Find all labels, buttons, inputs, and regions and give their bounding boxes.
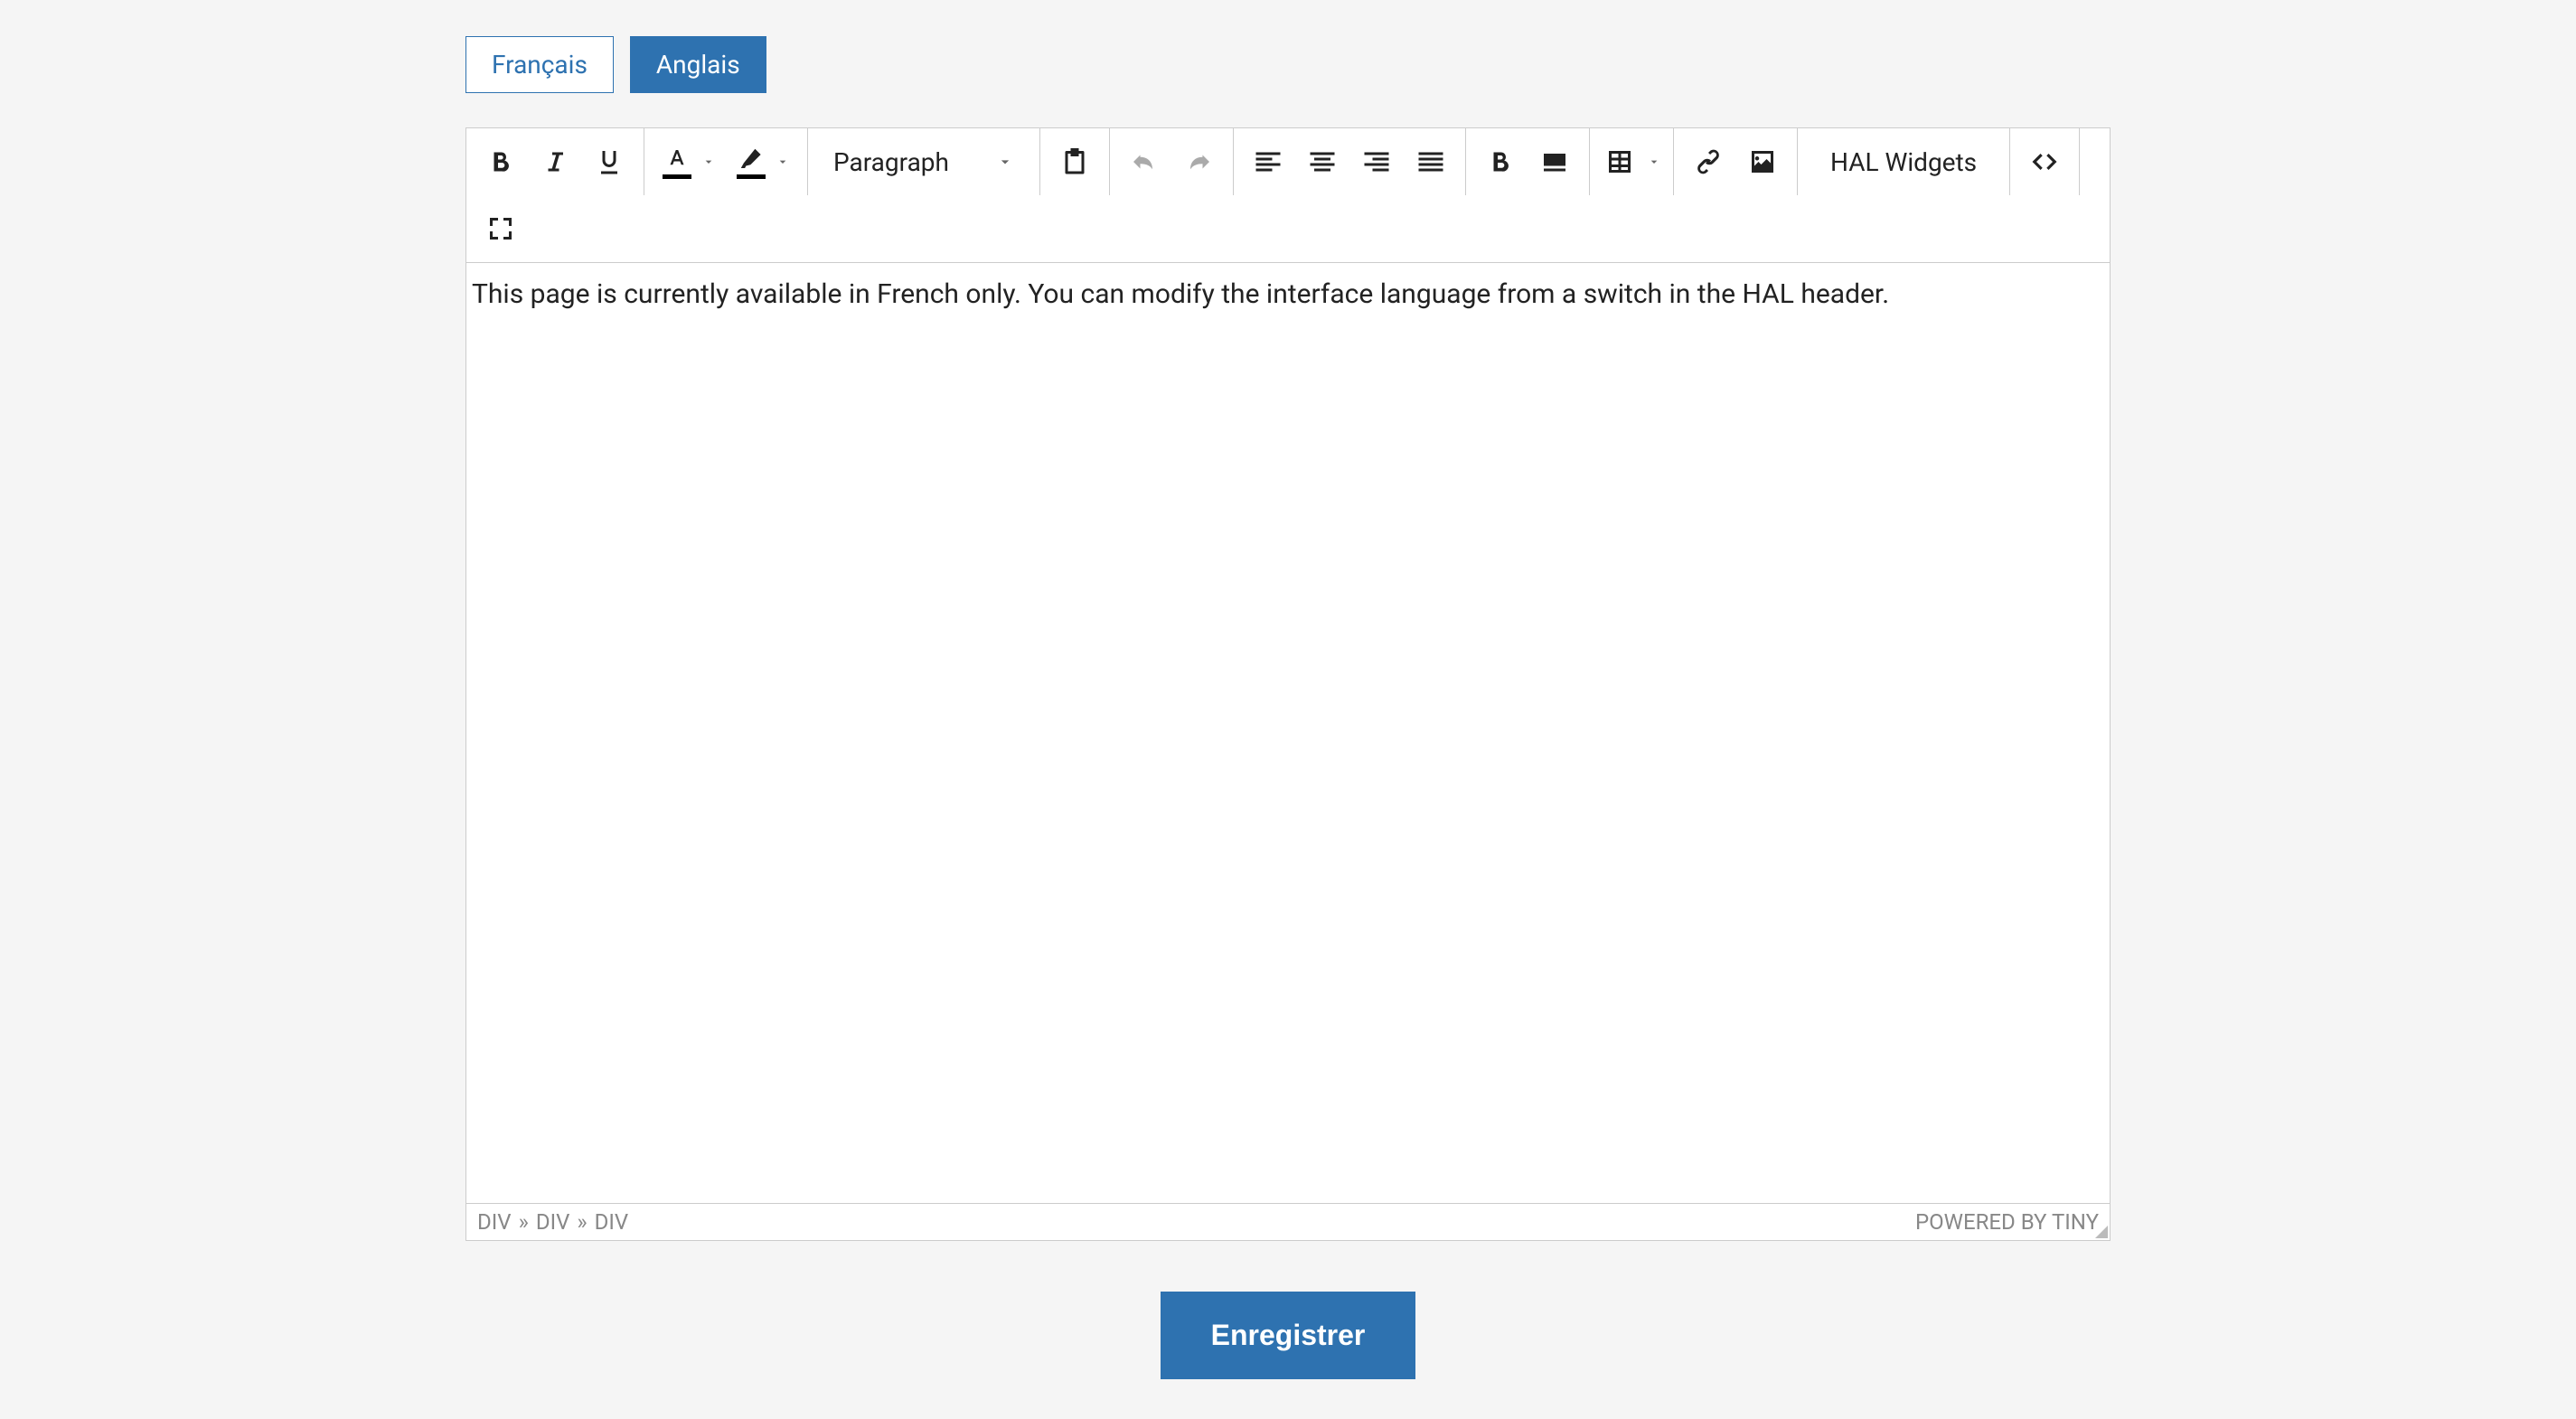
tab-english[interactable]: Anglais (630, 36, 766, 93)
format-select[interactable]: Paragraph (815, 135, 1032, 189)
link-button[interactable] (1681, 135, 1735, 189)
tab-french[interactable]: Français (465, 36, 614, 93)
italic-button[interactable] (528, 135, 582, 189)
underline-icon (593, 146, 625, 178)
link-icon (1692, 146, 1725, 178)
path-sep: » (519, 1209, 529, 1235)
align-right-icon (1360, 146, 1393, 178)
language-tabs: Français Anglais (465, 36, 2111, 93)
highlight-icon (738, 146, 765, 173)
chevron-down-icon (776, 155, 790, 169)
bold-button-2[interactable] (1473, 135, 1528, 189)
path-item[interactable]: DIV (536, 1209, 570, 1235)
path-sep: » (577, 1209, 587, 1235)
table-dropdown[interactable] (1642, 155, 1666, 169)
image-icon (1746, 146, 1779, 178)
editor-toolbar: Paragraph (466, 128, 2110, 263)
align-justify-button[interactable] (1404, 135, 1458, 189)
block-format-button[interactable] (1528, 135, 1582, 189)
align-left-button[interactable] (1241, 135, 1295, 189)
align-center-button[interactable] (1295, 135, 1349, 189)
powered-by[interactable]: POWERED BY TINY (1915, 1209, 2099, 1235)
highlight-button[interactable] (731, 142, 771, 182)
editor-content[interactable]: This page is currently available in Fren… (466, 263, 2110, 1203)
editor: Paragraph (465, 127, 2111, 1241)
align-justify-icon (1415, 146, 1447, 178)
underline-button[interactable] (582, 135, 636, 189)
editor-footer: DIV » DIV » DIV POWERED BY TINY (466, 1203, 2110, 1240)
align-right-button[interactable] (1349, 135, 1404, 189)
path-item[interactable]: DIV (477, 1209, 512, 1235)
format-label: Paragraph (833, 147, 949, 177)
element-path[interactable]: DIV » DIV » DIV (477, 1209, 628, 1235)
italic-icon (539, 146, 571, 178)
table-button[interactable] (1597, 135, 1642, 189)
text-color-button[interactable] (657, 142, 697, 182)
redo-icon (1182, 146, 1215, 178)
image-button[interactable] (1735, 135, 1790, 189)
save-button[interactable]: Enregistrer (1161, 1292, 1416, 1379)
bold-button[interactable] (474, 135, 528, 189)
code-button[interactable] (2017, 135, 2072, 189)
text-color-icon (663, 146, 691, 173)
redo-button[interactable] (1171, 135, 1226, 189)
chevron-down-icon (996, 153, 1014, 171)
hal-widgets-button[interactable]: HAL Widgets (1805, 135, 2002, 189)
fullscreen-button[interactable] (474, 202, 528, 256)
block-icon (1538, 146, 1571, 178)
table-icon (1603, 146, 1636, 178)
paste-button[interactable] (1048, 135, 1102, 189)
text-color-dropdown[interactable] (697, 155, 720, 169)
chevron-down-icon (701, 155, 716, 169)
align-left-icon (1252, 146, 1284, 178)
align-center-icon (1306, 146, 1339, 178)
bold-icon (484, 146, 517, 178)
path-item[interactable]: DIV (595, 1209, 629, 1235)
fullscreen-icon (484, 212, 517, 245)
code-icon (2028, 146, 2061, 178)
clipboard-icon (1058, 146, 1091, 178)
resize-handle[interactable] (2093, 1224, 2110, 1240)
undo-button[interactable] (1117, 135, 1171, 189)
bold-icon (1484, 146, 1517, 178)
chevron-down-icon (1647, 155, 1661, 169)
highlight-dropdown[interactable] (771, 155, 794, 169)
undo-icon (1128, 146, 1161, 178)
